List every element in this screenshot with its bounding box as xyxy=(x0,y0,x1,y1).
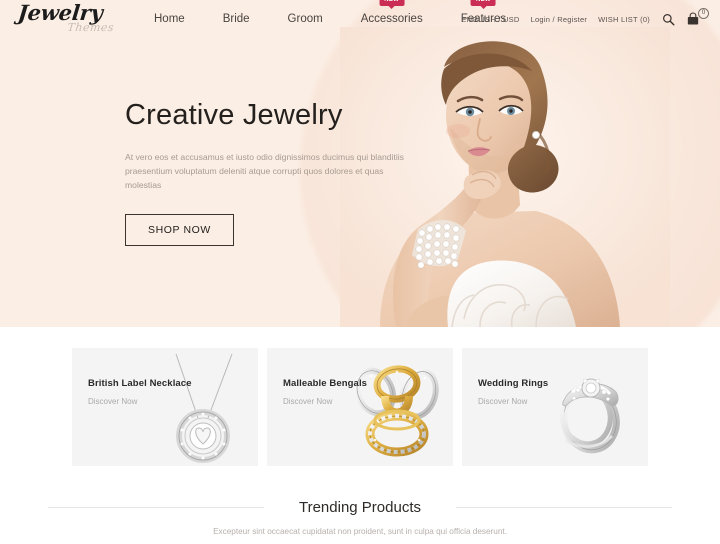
hero-description: At vero eos et accusamus et iusto odio d… xyxy=(125,152,404,190)
page-root: Creative Jewelry At vero eos et accusamu… xyxy=(0,0,720,544)
nav-label: Accessories xyxy=(360,13,423,25)
category-card-wedding-rings[interactable]: Wedding Rings Discover Now xyxy=(462,348,648,466)
card-link[interactable]: Discover Now xyxy=(478,397,548,406)
login-register-link[interactable]: Login / Register xyxy=(531,15,588,24)
search-icon[interactable] xyxy=(661,11,675,27)
header-utilities: ENGLISH / USD Login / Register WISH LIST… xyxy=(461,0,709,38)
trending-title: Trending Products xyxy=(298,498,421,516)
hero-section: Creative Jewelry At vero eos et accusamu… xyxy=(0,0,720,327)
card-title: British Label Necklace xyxy=(88,378,192,389)
trending-products-section: Trending Products Excepteur sint occaeca… xyxy=(0,496,720,536)
cart-count-badge: 0 xyxy=(698,8,709,19)
divider-right xyxy=(456,507,672,508)
nav-item-bride[interactable]: Bride xyxy=(204,0,269,38)
wishlist-link[interactable]: WISH LIST (0) xyxy=(598,15,650,24)
site-logo[interactable]: Jewelry Themes xyxy=(16,0,118,37)
logo-brand-name: Jewelry xyxy=(16,0,104,25)
card-text: British Label Necklace Discover Now xyxy=(88,378,192,406)
trending-heading-row: Trending Products xyxy=(0,496,720,518)
category-card-necklace[interactable]: British Label Necklace Discover Now xyxy=(72,348,258,466)
nav-label: Bride xyxy=(222,13,250,25)
logo-tagline: Themes xyxy=(66,21,115,34)
trending-subtitle: Excepteur sint occaecat cupidatat non pr… xyxy=(213,527,507,536)
category-card-bangles[interactable]: Malleable Bengals Discover Now xyxy=(267,348,453,466)
search-glyph xyxy=(662,13,675,26)
nav-item-home[interactable]: Home xyxy=(135,0,204,38)
card-title: Wedding Rings xyxy=(478,378,549,389)
nav-item-accessories[interactable]: NEW Accessories xyxy=(342,0,442,45)
wedding-ring-image xyxy=(559,378,620,454)
card-text: Wedding Rings Discover Now xyxy=(478,378,548,406)
cart-button[interactable]: 0 xyxy=(686,8,709,28)
card-text: Malleable Bengals Discover Now xyxy=(283,378,367,406)
shop-now-button[interactable]: SHOP NOW xyxy=(125,214,234,246)
language-currency-selector[interactable]: ENGLISH / USD xyxy=(461,15,519,24)
nav-item-groom[interactable]: Groom xyxy=(269,0,342,38)
bangles-image xyxy=(354,365,439,457)
card-title: Malleable Bengals xyxy=(283,378,368,389)
site-header: Jewelry Themes Home Bride Groom NEW Acce… xyxy=(0,0,720,38)
nav-label: Home xyxy=(154,13,185,25)
new-badge: NEW xyxy=(379,0,405,9)
hero-copy: Creative Jewelry At vero eos et accusamu… xyxy=(125,98,425,246)
necklace-image xyxy=(175,353,233,463)
divider-left xyxy=(48,507,264,508)
category-cards: British Label Necklace Discover Now Mall… xyxy=(72,348,648,466)
card-link[interactable]: Discover Now xyxy=(88,397,192,406)
card-link[interactable]: Discover Now xyxy=(283,397,367,406)
hero-title: Creative Jewelry xyxy=(125,99,343,131)
nav-label: Groom xyxy=(287,13,323,25)
